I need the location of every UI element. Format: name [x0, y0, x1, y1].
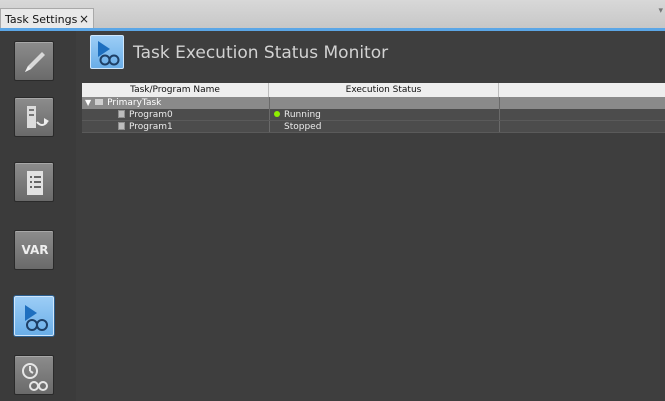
table-row[interactable]: Program1 Stopped: [82, 121, 665, 133]
list-icon: [27, 171, 43, 195]
tab-task-settings[interactable]: Task Settings ×: [0, 8, 94, 30]
program-name: Program1: [129, 122, 173, 132]
clock-monitor-icon: [22, 363, 48, 391]
column-header-extra[interactable]: [499, 83, 665, 97]
program-icon: [118, 110, 125, 118]
monitor-icon: [25, 305, 48, 331]
column-header-status[interactable]: Execution Status: [269, 83, 499, 97]
program-status: Running: [284, 110, 321, 120]
page-title: Task Execution Status Monitor: [133, 43, 389, 63]
app-window: Task Settings × ▾ VAR Task Execution Sta…: [0, 0, 665, 401]
table-header: Task/Program Name Execution Status: [82, 83, 665, 97]
program-name: Program0: [129, 110, 173, 120]
table-row[interactable]: ▼ PrimaryTask: [82, 97, 665, 109]
pencil-icon: [25, 52, 45, 72]
edit-button[interactable]: [14, 41, 54, 81]
running-status-icon: [274, 111, 280, 117]
tab-strip: Task Settings × ▾: [0, 0, 665, 30]
table-row[interactable]: Program0 Running: [82, 109, 665, 121]
task-flow-icon: [27, 106, 49, 128]
folder-icon: [95, 99, 104, 105]
var-icon: VAR: [21, 243, 49, 257]
task-assign-button[interactable]: [14, 97, 54, 137]
overflow-icon: ▾: [658, 6, 663, 16]
column-header-name[interactable]: Task/Program Name: [82, 83, 269, 97]
expand-arrow-icon[interactable]: ▼: [85, 98, 91, 107]
close-icon[interactable]: ×: [79, 12, 89, 26]
program-status: Stopped: [284, 122, 322, 132]
timing-monitor-button[interactable]: [14, 355, 54, 395]
program-icon: [118, 122, 125, 130]
monitor-button[interactable]: [14, 296, 54, 336]
variables-button[interactable]: VAR: [14, 230, 54, 270]
sidebar: VAR: [0, 31, 76, 401]
tab-label: Task Settings: [5, 13, 78, 26]
task-status-table: Task/Program Name Execution Status ▼ Prim…: [82, 83, 665, 173]
task-name: PrimaryTask: [107, 98, 162, 108]
task-status: [274, 97, 494, 109]
header-monitor-icon: [90, 35, 124, 69]
main-panel: Task Execution Status Monitor Task/Progr…: [76, 31, 665, 401]
document-button[interactable]: [14, 162, 54, 202]
